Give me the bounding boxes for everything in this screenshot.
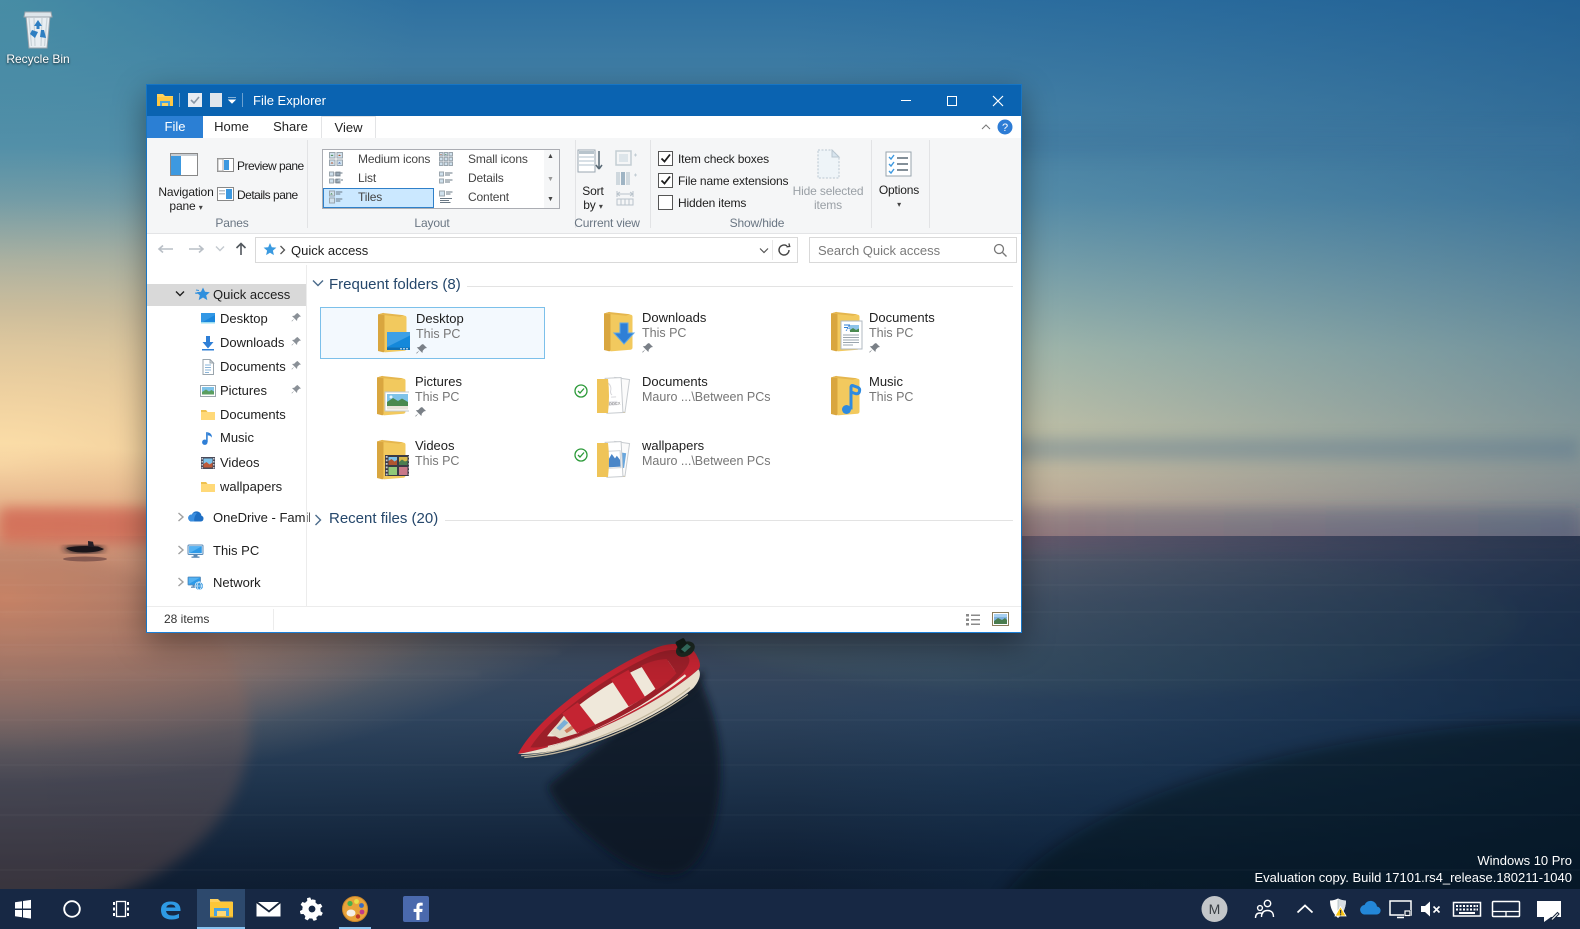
svg-text:DOCX: DOCX (609, 401, 621, 407)
svg-text:?: ? (1002, 122, 1008, 134)
svg-text:M: M (1209, 901, 1221, 917)
